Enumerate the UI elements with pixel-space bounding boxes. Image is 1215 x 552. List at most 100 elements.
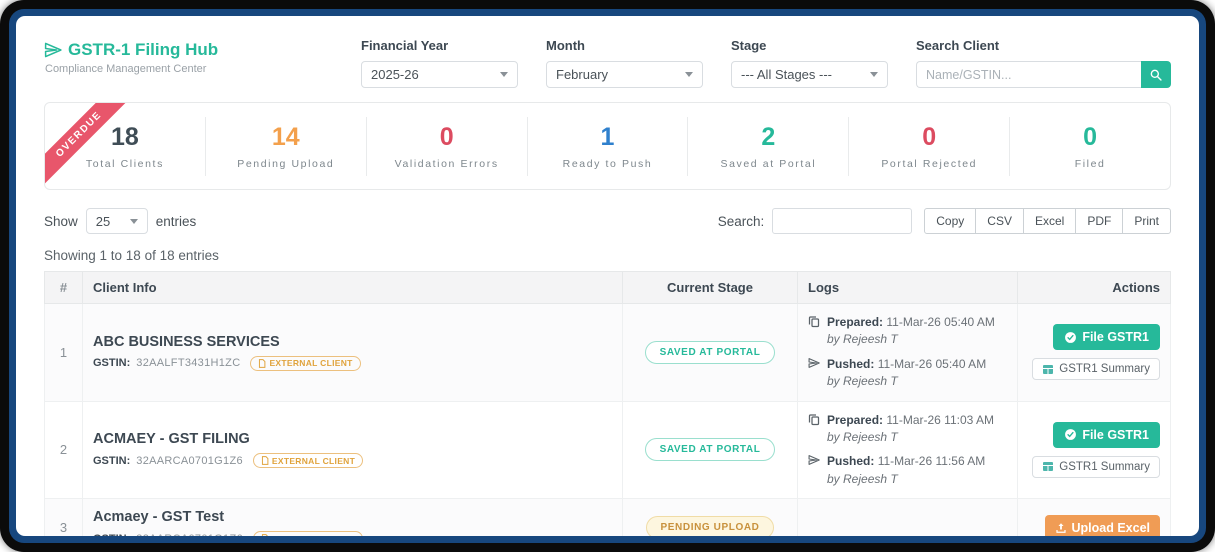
table-row: 2 ACMAEY - GST FILING GSTIN: 32AARCA0701…	[44, 400, 1171, 500]
stat-total-clients: 18 Total Clients	[45, 116, 206, 176]
upload-excel-button[interactable]: Upload Excel	[1044, 514, 1160, 536]
copy-button[interactable]: Copy	[924, 208, 977, 234]
month-label: Month	[546, 38, 585, 53]
client-name: Acmaey - GST Test	[93, 509, 225, 526]
page-size-select[interactable]: 25	[85, 208, 148, 234]
log-entry: Pushed: 11-Mar-26 11:56 AM by Rejeesh T	[808, 453, 1007, 488]
gstr1-summary-button[interactable]: GSTR1 Summary	[1032, 455, 1160, 478]
log-time: 11-Mar-26 11:56 AM	[877, 454, 986, 469]
logs-cell	[797, 498, 1018, 536]
chevron-down-icon	[129, 218, 138, 224]
log-action: Pushed:	[827, 454, 875, 469]
stat-value: 2	[761, 122, 776, 151]
stage-badge: SAVED AT PORTAL	[644, 438, 776, 462]
upload-icon	[1055, 522, 1067, 534]
stage-badge: SAVED AT PORTAL	[644, 340, 776, 364]
stage-badge: PENDING UPLOAD	[645, 516, 775, 536]
search-icon	[1149, 68, 1163, 82]
logs-cell: Prepared: 11-Mar-26 05:40 AM by Rejeesh …	[797, 303, 1018, 402]
excel-button[interactable]: Excel	[1022, 208, 1077, 234]
log-entry: Prepared: 11-Mar-26 11:03 AM by Rejeesh …	[808, 412, 1007, 447]
column-header-logs: Logs	[797, 271, 1018, 304]
log-action: Prepared:	[827, 412, 884, 427]
table-search-label: Search:	[717, 213, 765, 229]
copy-icon	[808, 412, 821, 447]
stat-label: Saved at Portal	[720, 157, 817, 170]
client-search-input[interactable]	[916, 61, 1141, 88]
filter-stage: Stage --- All Stages ---	[731, 38, 888, 88]
financial-year-label: Financial Year	[361, 38, 449, 53]
print-button[interactable]: Print	[1122, 208, 1171, 234]
table-icon	[1042, 364, 1054, 375]
show-label: Show	[44, 213, 78, 229]
csv-button[interactable]: CSV	[975, 208, 1024, 234]
external-client-badge: EXTERNAL CLIENT	[252, 453, 364, 469]
log-entry: Pushed: 11-Mar-26 05:40 AM by Rejeesh T	[808, 356, 1007, 391]
table-row: 3 Acmaey - GST Test GSTIN: 32AARCA0701G1…	[44, 498, 1171, 536]
column-header-actions: Actions	[1017, 271, 1171, 304]
row-index: 1	[44, 303, 83, 402]
actions-cell: Upload Excel	[1017, 498, 1171, 536]
table-search-input[interactable]	[772, 208, 913, 234]
document-icon	[261, 456, 269, 466]
file-gstr1-button[interactable]: File GSTR1	[1053, 421, 1160, 448]
stat-value: 18	[111, 122, 139, 151]
column-header-client-info: Client Info	[82, 271, 623, 304]
log-by: by Rejeesh T	[827, 429, 898, 444]
search-button[interactable]	[1141, 61, 1171, 88]
copy-icon	[808, 314, 821, 349]
pdf-button[interactable]: PDF	[1075, 208, 1124, 234]
stat-pending-upload: 14 Pending Upload	[206, 116, 367, 176]
gstr1-summary-button[interactable]: GSTR1 Summary	[1032, 358, 1160, 381]
log-action: Pushed:	[827, 356, 875, 371]
gstin-label: GSTIN:	[93, 533, 130, 536]
log-by: by Rejeesh T	[827, 332, 898, 347]
log-time: 11-Mar-26 05:40 AM	[877, 356, 987, 371]
table-info: Showing 1 to 18 of 18 entries	[44, 248, 219, 263]
gstin-value: 32AARCA0701G1Z6	[136, 533, 243, 536]
current-stage-cell: SAVED AT PORTAL	[622, 400, 798, 500]
chevron-down-icon	[500, 72, 508, 77]
stat-label: Ready to Push	[562, 157, 653, 170]
financial-year-select[interactable]: 2025-26	[361, 61, 518, 88]
app-page: GSTR-1 Filing Hub Compliance Management …	[16, 16, 1199, 536]
logs-cell: Prepared: 11-Mar-26 11:03 AM by Rejeesh …	[797, 400, 1018, 500]
log-time: 11-Mar-26 11:03 AM	[886, 412, 994, 427]
app-title: GSTR-1 Filing Hub	[68, 40, 219, 59]
external-client-badge: EXTERNAL CLIENT	[250, 355, 361, 371]
stage-value: --- All Stages ---	[741, 67, 833, 82]
stat-value: 0	[1083, 122, 1098, 151]
client-info-cell: ACMAEY - GST FILING GSTIN: 32AARCA0701G1…	[82, 400, 623, 500]
chevron-down-icon	[870, 72, 878, 77]
stat-value: 0	[922, 122, 937, 151]
log-by: by Rejeesh T	[827, 374, 898, 389]
stat-validation-errors: 0 Validation Errors	[367, 116, 528, 176]
export-button-group: Copy CSV Excel PDF Print	[924, 208, 1171, 234]
chevron-down-icon	[685, 72, 693, 77]
log-entry: Prepared: 11-Mar-26 05:40 AM by Rejeesh …	[808, 314, 1007, 349]
file-gstr1-button[interactable]: File GSTR1	[1053, 324, 1160, 351]
stat-label: Pending Upload	[237, 157, 335, 170]
brand: GSTR-1 Filing Hub Compliance Management …	[44, 38, 333, 75]
table-icon	[1042, 461, 1054, 472]
table-header-row: # Client Info Current Stage Logs Actions	[44, 271, 1171, 304]
page-size-value: 25	[95, 213, 111, 229]
paper-plane-icon	[808, 356, 821, 391]
device-frame: GSTR-1 Filing Hub Compliance Management …	[0, 0, 1215, 552]
paper-plane-icon	[808, 453, 821, 488]
stat-ready-to-push: 1 Ready to Push	[528, 116, 689, 176]
gstin-value: 32AALFT3431H1ZC	[136, 357, 241, 370]
financial-year-value: 2025-26	[371, 67, 419, 82]
client-info-cell: ABC BUSINESS SERVICES GSTIN: 32AALFT3431…	[82, 303, 623, 402]
stat-value: 0	[439, 122, 454, 151]
filter-search-client: Search Client	[916, 38, 1171, 88]
stage-select[interactable]: --- All Stages ---	[731, 61, 888, 88]
gstin-value: 32AARCA0701G1Z6	[136, 454, 243, 467]
month-select[interactable]: February	[546, 61, 703, 88]
document-icon	[261, 534, 269, 536]
window-border: GSTR-1 Filing Hub Compliance Management …	[9, 9, 1206, 543]
row-index: 3	[44, 498, 83, 536]
entries-label: entries	[155, 213, 197, 229]
header: GSTR-1 Filing Hub Compliance Management …	[44, 32, 1171, 88]
stat-value: 14	[271, 122, 300, 151]
